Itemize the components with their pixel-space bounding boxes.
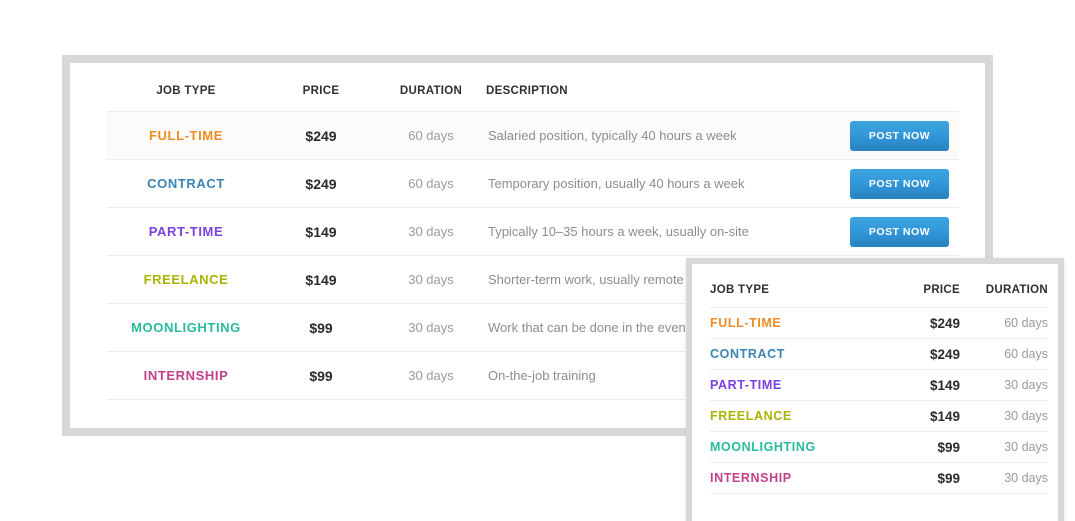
job-type-internship: INTERNSHIP [106, 351, 266, 400]
job-type-contract: CONTRACT [106, 159, 266, 208]
summary-price-part-time: $149 [868, 369, 960, 401]
summary-duration-part-time: 30 days [960, 369, 1048, 401]
price-internship: $99 [266, 351, 376, 400]
table-row: CONTRACT $249 60 days Temporary position… [106, 159, 959, 208]
action-cell-contract: POST NOW [844, 159, 959, 208]
price-freelance: $149 [266, 255, 376, 304]
summary-duration-freelance: 30 days [960, 400, 1048, 432]
description-part-time: Typically 10–35 hours a week, usually on… [486, 207, 844, 256]
job-type-freelance: FREELANCE [106, 255, 266, 304]
column-header-action [844, 85, 959, 112]
summary-job-type-full-time: FULL-TIME [710, 307, 868, 339]
summary-price-internship: $99 [868, 462, 960, 494]
price-part-time: $149 [266, 207, 376, 256]
summary-duration-contract: 60 days [960, 338, 1048, 370]
job-type-moonlighting: MOONLIGHTING [106, 303, 266, 352]
list-item: FULL-TIME $249 60 days [710, 307, 1048, 339]
job-pricing-table-head: JOB TYPE PRICE DURATION DESCRIPTION [106, 85, 959, 112]
duration-freelance: 30 days [376, 255, 486, 304]
screenshot-stage: JOB TYPE PRICE DURATION DESCRIPTION FULL… [0, 0, 1075, 521]
duration-internship: 30 days [376, 351, 486, 400]
duration-part-time: 30 days [376, 207, 486, 256]
footer-cell [376, 399, 486, 426]
footer-cell [266, 399, 376, 426]
list-item: CONTRACT $249 60 days [710, 338, 1048, 370]
job-pricing-summary-table: JOB TYPE PRICE DURATION FULL-TIME $249 6… [710, 284, 1048, 508]
summary-column-header-price: PRICE [923, 284, 960, 296]
list-item: FREELANCE $149 30 days [710, 400, 1048, 432]
summary-header-row: JOB TYPE PRICE DURATION [710, 284, 1048, 308]
summary-footer-cell [868, 493, 960, 508]
summary-price-full-time: $249 [868, 307, 960, 339]
footer-cell [106, 399, 266, 426]
column-header-description: DESCRIPTION [486, 85, 568, 97]
summary-duration-internship: 30 days [960, 462, 1048, 494]
summary-job-type-internship: INTERNSHIP [710, 462, 868, 494]
summary-price-freelance: $149 [868, 400, 960, 432]
price-contract: $249 [266, 159, 376, 208]
table-header-row: JOB TYPE PRICE DURATION DESCRIPTION [106, 85, 959, 112]
summary-duration-moonlighting: 30 days [960, 431, 1048, 463]
summary-footer-row [710, 493, 1048, 508]
duration-moonlighting: 30 days [376, 303, 486, 352]
summary-job-type-contract: CONTRACT [710, 338, 868, 370]
summary-price-moonlighting: $99 [868, 431, 960, 463]
summary-footer-cell [710, 493, 868, 508]
summary-table-head: JOB TYPE PRICE DURATION [710, 284, 1048, 308]
summary-price-contract: $249 [868, 338, 960, 370]
column-header-duration: DURATION [399, 85, 463, 97]
post-now-button-contract[interactable]: POST NOW [850, 168, 949, 199]
summary-column-header-job-type: JOB TYPE [710, 284, 770, 296]
table-row: FULL-TIME $249 60 days Salaried position… [106, 111, 959, 160]
description-contract: Temporary position, usually 40 hours a w… [486, 159, 844, 208]
table-row: PART-TIME $149 30 days Typically 10–35 h… [106, 207, 959, 256]
summary-column-header-duration: DURATION [985, 284, 1048, 296]
summary-duration-full-time: 60 days [960, 307, 1048, 339]
list-item: MOONLIGHTING $99 30 days [710, 431, 1048, 463]
post-now-button-full-time[interactable]: POST NOW [850, 120, 949, 151]
price-full-time: $249 [266, 111, 376, 160]
summary-table-body: FULL-TIME $249 60 days CONTRACT $249 60 … [710, 307, 1048, 508]
list-item: PART-TIME $149 30 days [710, 369, 1048, 401]
list-item: INTERNSHIP $99 30 days [710, 462, 1048, 494]
duration-contract: 60 days [376, 159, 486, 208]
job-pricing-summary-body: JOB TYPE PRICE DURATION FULL-TIME $249 6… [692, 264, 1058, 521]
summary-job-type-moonlighting: MOONLIGHTING [710, 431, 868, 463]
column-header-price: PRICE [302, 85, 340, 97]
job-type-full-time: FULL-TIME [106, 111, 266, 160]
summary-job-type-part-time: PART-TIME [710, 369, 868, 401]
job-pricing-summary-panel: JOB TYPE PRICE DURATION FULL-TIME $249 6… [686, 258, 1064, 521]
action-cell-full-time: POST NOW [844, 111, 959, 160]
summary-footer-cell [960, 493, 1048, 508]
post-now-button-part-time[interactable]: POST NOW [850, 216, 949, 247]
price-moonlighting: $99 [266, 303, 376, 352]
description-full-time: Salaried position, typically 40 hours a … [486, 111, 844, 160]
job-type-part-time: PART-TIME [106, 207, 266, 256]
duration-full-time: 60 days [376, 111, 486, 160]
column-header-job-type: JOB TYPE [156, 85, 216, 97]
summary-job-type-freelance: FREELANCE [710, 400, 868, 432]
action-cell-part-time: POST NOW [844, 207, 959, 256]
